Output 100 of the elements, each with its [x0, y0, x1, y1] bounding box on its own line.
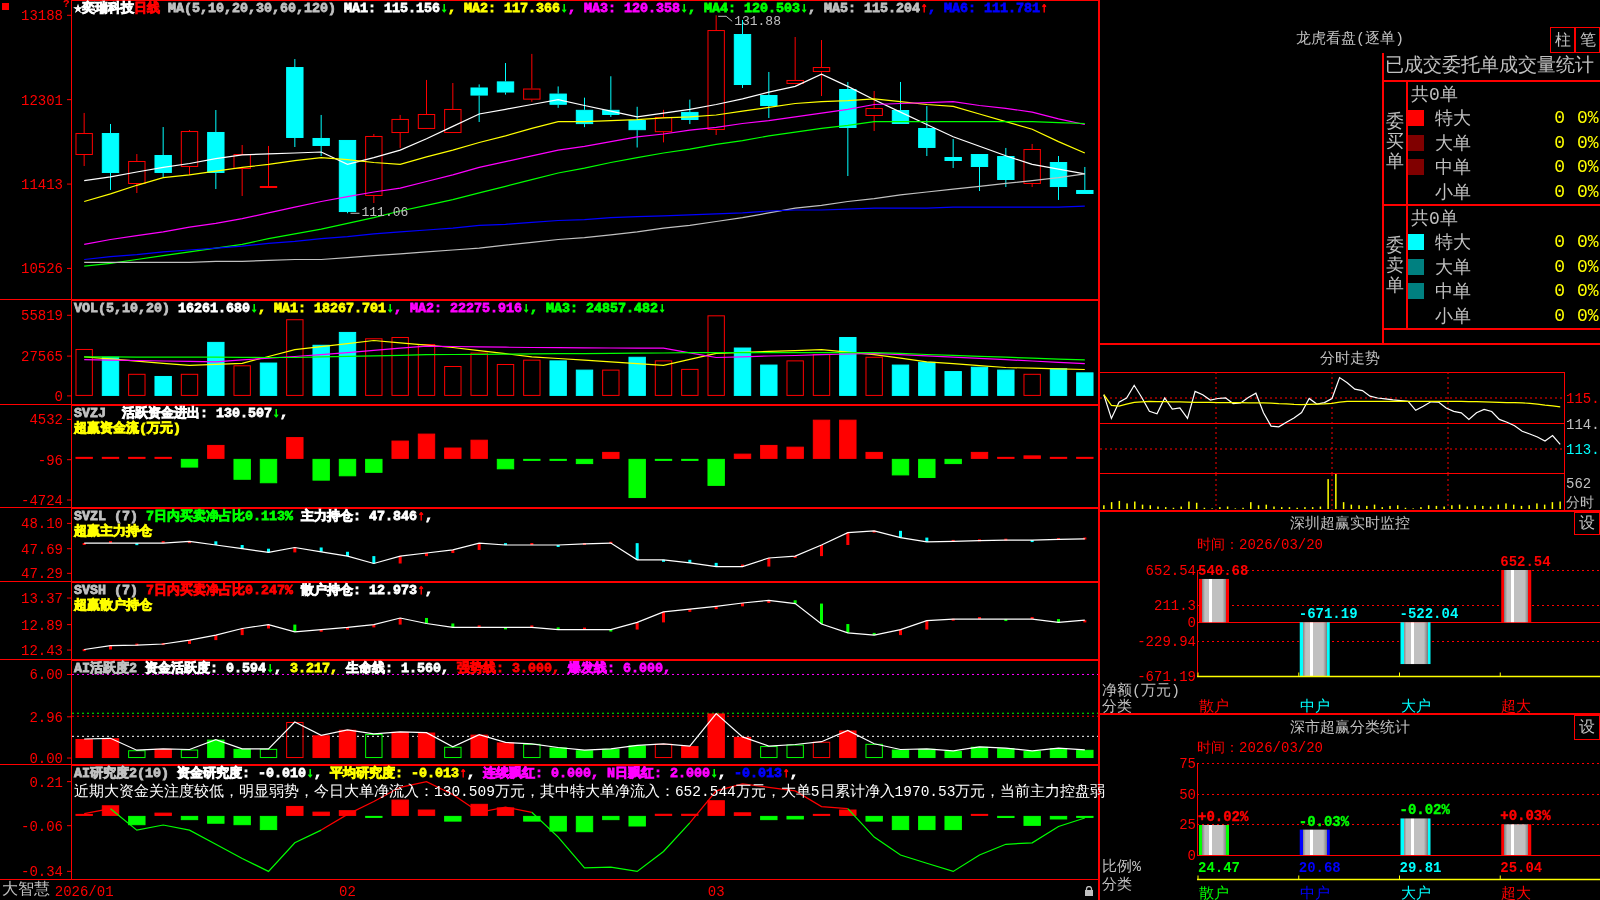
- axis-title: 分类: [1102, 699, 1132, 713]
- order-type-label: 特大: [1435, 108, 1472, 131]
- order-type-label: 中单: [1435, 157, 1472, 180]
- axis-label: 50: [1179, 786, 1196, 803]
- legend-text: ,: [314, 766, 322, 781]
- value-label: -522.04: [1399, 606, 1459, 623]
- legend-text: ↓: [306, 766, 314, 781]
- axis-label: 12.43: [21, 643, 63, 660]
- legend-text: 连续飘红: 0.000,: [481, 766, 599, 781]
- category-label: 散户: [1199, 699, 1229, 713]
- order-type-label: 大单: [1435, 256, 1472, 279]
- legend-text: ↓: [440, 1, 448, 16]
- order-share: 0%: [1577, 256, 1599, 277]
- legend-text: 7日内买卖净占比0.113%: [145, 509, 293, 524]
- legend-text: AI研究度2(10): [74, 766, 169, 781]
- order-total: 共0单: [1411, 208, 1458, 230]
- date-label: 03: [707, 884, 725, 900]
- order-count: 0: [1554, 108, 1565, 129]
- panel-title: 龙虎看盘(逐单): [1296, 29, 1404, 50]
- legend-text: 资金研究度: -0.010: [176, 766, 306, 781]
- legend-text: , MA3: 24857.482: [529, 301, 658, 316]
- axis-label: 113.: [1566, 442, 1600, 458]
- order-share: 0%: [1577, 232, 1599, 253]
- order-count: 0: [1554, 132, 1565, 153]
- order-share: 0%: [1577, 281, 1599, 302]
- legend-text: 散户持仓: 12.973: [300, 583, 417, 598]
- legend-text: ↓: [249, 301, 258, 316]
- order-type-label: 大单: [1435, 132, 1472, 155]
- legend-text: AI活跃度2: [74, 661, 137, 676]
- legend-text: SVZJ: [74, 406, 106, 421]
- category-label: 大户: [1400, 886, 1431, 900]
- volume-label: 分时: [1566, 495, 1594, 510]
- legend-text: ↓: [559, 1, 568, 16]
- value-label: 652.54: [1500, 555, 1551, 570]
- category-label: 超大: [1501, 886, 1532, 900]
- legend-text: , MA6: 111.781: [927, 1, 1040, 16]
- axis-label: 13.37: [21, 591, 63, 608]
- category-label: 中户: [1299, 886, 1330, 900]
- axis-label: 12.89: [21, 617, 63, 634]
- legend-text: 日线: [134, 1, 161, 16]
- legend-text: 主力持仓: 47.846: [300, 509, 417, 524]
- legend-text: ↓: [266, 661, 274, 676]
- legend-text: ↓: [709, 766, 718, 781]
- axis-label: -229.94: [1137, 633, 1196, 650]
- order-count: 0: [1554, 157, 1565, 178]
- change-label: -0.02%: [1399, 802, 1450, 819]
- legend-text: ↑: [781, 766, 790, 781]
- value-label: 24.47: [1198, 859, 1240, 876]
- value-label: 25.04: [1500, 859, 1543, 876]
- order-count: 0: [1554, 181, 1565, 202]
- axis-label: 0.21: [29, 774, 63, 791]
- legend-text: , MA1: 18267.701: [257, 301, 386, 316]
- legend-text: ,: [425, 509, 433, 524]
- legend-text: 生命线: 1.560,: [345, 661, 449, 676]
- axis-label: 4532: [29, 412, 63, 429]
- value-label: 540.68: [1198, 562, 1249, 579]
- axis-label: -0.06: [21, 818, 63, 835]
- axis-label: 2.96: [29, 709, 63, 726]
- legend-text: 超赢资金流(万元): [74, 421, 181, 436]
- legend-text: , MA2: 117.366: [448, 1, 560, 16]
- panel-title: 深圳超赢实时监控: [1290, 514, 1410, 533]
- axis-label: 47.29: [21, 566, 63, 582]
- axis-label: 211.3: [1154, 598, 1196, 615]
- order-type-label: 中单: [1435, 281, 1472, 304]
- order-type-label: 小单: [1435, 305, 1472, 328]
- legend-text: 超赢主力持仓: [74, 524, 152, 539]
- legend-text: 资金活跃度: 0.594: [144, 661, 266, 676]
- axis-label: -0.34: [21, 864, 63, 881]
- table-title: 已成交委托单成交量统计: [1385, 55, 1594, 77]
- order-share: 0%: [1577, 181, 1599, 202]
- peak-volume-label: 562: [1566, 476, 1592, 492]
- date-label: 02: [339, 884, 356, 900]
- legend-text: ,: [717, 766, 726, 781]
- legend-text: ↑: [417, 509, 425, 524]
- legend-text: ↑: [458, 766, 467, 781]
- section-label: 委买单: [1386, 113, 1404, 173]
- legend-text: 活跃资金进出: 130.507: [121, 406, 272, 421]
- legend-text: ,: [280, 406, 288, 421]
- legend-text: 超赢散户持仓: [74, 598, 152, 613]
- change-label: +0.03%: [1500, 808, 1551, 825]
- legend-text: 3.217,: [289, 661, 338, 676]
- axis-title: 比例%: [1102, 859, 1141, 876]
- legend-text: N日飘红: 2.000: [605, 766, 710, 781]
- axis-label: 13188: [21, 8, 63, 25]
- legend-text: 平均研究度: -0.013: [328, 766, 459, 781]
- legend-text: ,: [425, 583, 433, 598]
- order-count: 0: [1554, 256, 1565, 277]
- axis-label: -96: [37, 452, 63, 469]
- order-share: 0%: [1577, 108, 1599, 129]
- order-total: 共0单: [1411, 84, 1458, 106]
- axis-title: 分类: [1102, 877, 1132, 894]
- legend-text: , MA4: 120.503: [687, 1, 800, 16]
- value-label: 20.68: [1298, 859, 1341, 876]
- time-label: 时间：2026/03/20: [1197, 739, 1323, 757]
- legend-text: , MA2: 22275.916: [393, 301, 522, 316]
- legend-text: ,: [274, 661, 282, 676]
- legend-text: MA1: 115.156: [343, 1, 440, 16]
- category-label: 超大: [1501, 699, 1532, 713]
- legend-text: ↑: [1039, 1, 1048, 16]
- legend-text: ↓: [657, 301, 666, 316]
